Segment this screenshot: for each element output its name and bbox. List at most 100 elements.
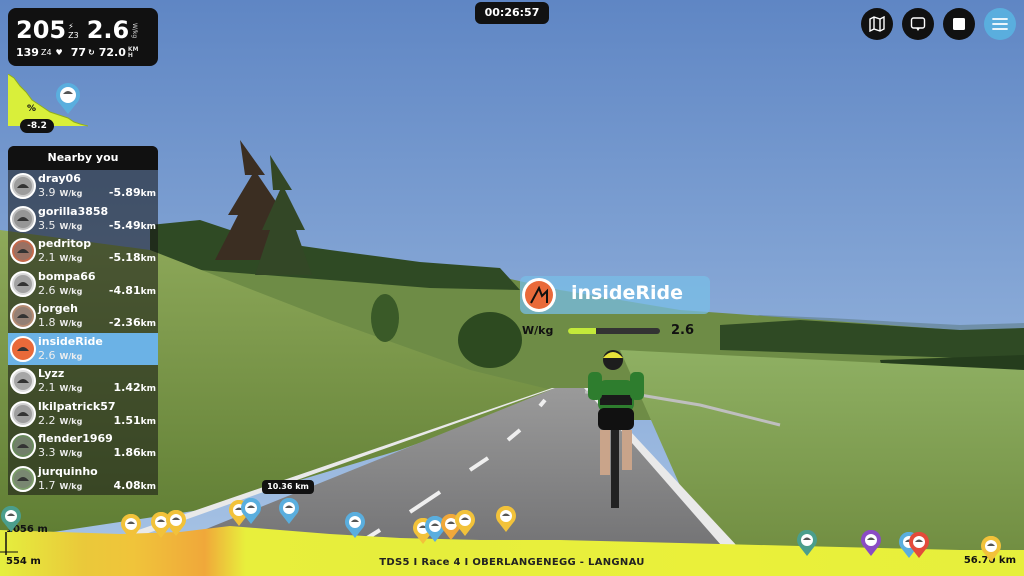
nearby-wkg-unit: W/kg: [59, 189, 83, 198]
nearby-rider-wkg: 2.6: [38, 283, 56, 297]
map-button[interactable]: [861, 8, 893, 40]
nearby-row[interactable]: pedritop 2.1 W/kg -5.18km: [8, 235, 158, 268]
nearby-rider-wkg: 1.7: [38, 478, 56, 492]
nearby-wkg-unit: W/kg: [59, 384, 83, 393]
nearby-rider-distance: 1.86: [113, 446, 141, 459]
nearby-row[interactable]: Lyzz 2.1 W/kg 1.42km: [8, 365, 158, 398]
nearby-rider-distance: -5.89: [108, 186, 141, 199]
rider-avatar: [520, 276, 558, 314]
nearby-row[interactable]: flender1969 3.3 W/kg 1.86km: [8, 430, 158, 463]
nearby-rider-name: flender1969: [38, 432, 113, 445]
rider-pin-icon: [120, 513, 142, 544]
nearby-dist-unit: km: [140, 189, 156, 199]
nearby-rider-distance: -5.18: [108, 251, 141, 264]
nearby-rider-distance: -5.49: [108, 218, 141, 232]
wkg-unit: W/kg: [131, 22, 139, 38]
view-button[interactable]: [902, 8, 934, 40]
heart-rate-value: 139: [16, 46, 39, 59]
nearby-rider-name: lkilpatrick57: [38, 399, 116, 413]
nearby-row[interactable]: jurquinho 1.7 W/kg 4.08km: [8, 463, 158, 496]
nearby-rider-distance: 4.08: [113, 478, 141, 492]
rider-pin-icon: [0, 505, 22, 536]
cadence-icon: ↻: [88, 48, 95, 57]
top-right-controls: [861, 8, 1016, 40]
nearby-rider-name: gorilla3858: [38, 204, 109, 218]
rider-pin-icon: [344, 511, 366, 542]
nearby-row[interactable]: dray06 3.9 W/kg -5.89km: [8, 170, 158, 203]
rider-wkg-label: W/kg: [522, 324, 554, 337]
lightning-icon: ⚡: [68, 22, 74, 31]
rider-avatar-icon: [10, 173, 36, 199]
nearby-rider-name: insideRide: [38, 334, 103, 348]
stop-button[interactable]: [943, 8, 975, 40]
nearby-rider-name: jorgeh: [38, 302, 78, 315]
wkg-track: [568, 328, 660, 334]
nearby-dist-unit: km: [140, 221, 156, 232]
nearby-row[interactable]: jorgeh 1.8 W/kg -2.36km: [8, 300, 158, 333]
nearby-rider-wkg: 2.6: [38, 348, 56, 362]
nearby-rider-distance: 1.51: [113, 413, 141, 427]
nearby-riders-panel: Nearby you dray06 3.9 W/kg -5.89km gorill…: [8, 146, 158, 495]
nearby-row[interactable]: bompa66 2.6 W/kg -4.81km: [8, 268, 158, 301]
nearby-wkg-unit: W/kg: [59, 449, 83, 458]
nearby-rider-distance: -4.81: [108, 283, 141, 297]
nearby-dist-unit: km: [140, 319, 156, 329]
menu-button[interactable]: [984, 8, 1016, 40]
elapsed-timer: 00:26:57: [475, 2, 549, 24]
rider-pin-icon: [908, 531, 930, 562]
rider-avatar-icon: [10, 205, 36, 232]
nearby-rider-distance: -2.36: [108, 316, 141, 329]
wkg-fill: [568, 328, 596, 334]
nearby-rider-name: pedritop: [38, 237, 92, 250]
camera-rotate-icon: [910, 17, 926, 31]
current-rider-label: insideRide: [520, 276, 710, 314]
rider-avatar-icon: [10, 465, 36, 492]
rider-pin-icon: [495, 505, 517, 536]
rider-pin-icon: [454, 509, 476, 540]
nearby-wkg-unit: W/kg: [59, 319, 83, 328]
rider-wkg-value: 2.6: [671, 323, 695, 338]
rider-name: insideRide: [571, 282, 683, 304]
rider-pin-icon: [980, 535, 1002, 566]
heart-rate-zone: Z4: [40, 48, 52, 57]
nearby-rider-wkg: 3.3: [38, 446, 56, 459]
nearby-title: Nearby you: [8, 146, 158, 170]
nearby-row[interactable]: insideRide 2.6 W/kg: [8, 332, 158, 365]
rider-pin-icon: [240, 497, 262, 528]
rider-wkg-bar: W/kg 2.6: [520, 322, 710, 340]
speed-value: 72.0: [98, 46, 126, 59]
nearby-wkg-unit: W/kg: [59, 481, 83, 491]
map-icon: [869, 16, 885, 32]
nearby-dist-unit: km: [140, 384, 156, 394]
nearby-dist-unit: km: [140, 254, 156, 264]
stop-icon: [953, 18, 965, 30]
nearby-rider-wkg: 1.8: [38, 316, 56, 329]
gradient-value: -8.2: [20, 119, 54, 133]
nearby-dist-unit: km: [140, 416, 156, 427]
nearby-row[interactable]: gorilla3858 3.5 W/kg -5.49km: [8, 203, 158, 236]
rider-avatar-icon: [10, 400, 36, 427]
power-zone: Z3: [68, 31, 79, 40]
nearby-rider-wkg: 2.1: [38, 251, 56, 264]
nearby-dist-unit: km: [140, 286, 156, 297]
rider-avatar-icon: [10, 270, 36, 297]
nearby-dist-unit: km: [140, 481, 156, 492]
rider-avatar-icon: [10, 238, 36, 264]
cadence-value: 77: [70, 46, 87, 59]
speed-unit-bottom: H: [127, 51, 133, 59]
nearby-rider-wkg: 3.9: [38, 186, 56, 199]
nearby-rider-name: jurquinho: [38, 464, 98, 478]
nearby-list: dray06 3.9 W/kg -5.89km gorilla3858 3.5 W/…: [8, 170, 158, 495]
nearby-wkg-unit: W/kg: [59, 286, 83, 296]
distance-tag: 10.36 km: [262, 480, 314, 494]
hamburger-icon: [992, 18, 1008, 30]
rider-pin-icon: [165, 509, 187, 540]
nearby-wkg-unit: W/kg: [59, 416, 83, 426]
rider-avatar-icon: [10, 335, 36, 362]
nearby-rider-wkg: 2.1: [38, 381, 56, 394]
rider-pin-icon: [278, 497, 300, 528]
rider-avatar-icon: [10, 303, 36, 329]
nearby-rider-name: dray06: [38, 172, 81, 185]
nearby-row[interactable]: lkilpatrick57 2.2 W/kg 1.51km: [8, 398, 158, 431]
nearby-rider-name: Lyzz: [38, 367, 65, 380]
